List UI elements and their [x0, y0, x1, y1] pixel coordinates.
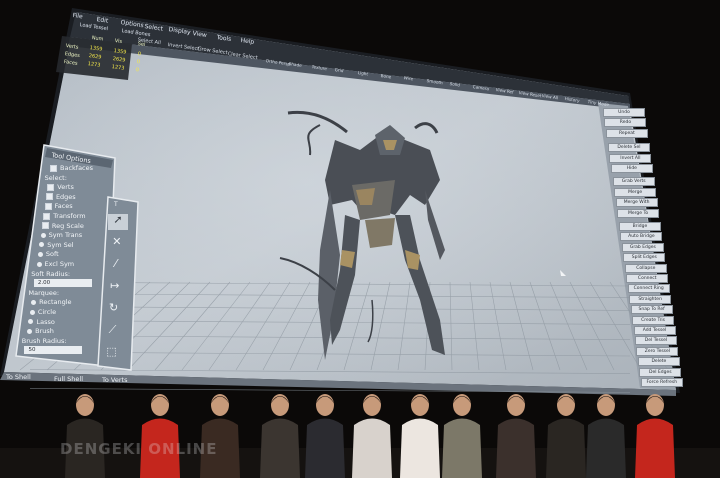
photo: File Edit Options Select Display View Tools Hel…: [0, 0, 720, 478]
audience-person: [65, 394, 105, 478]
audience-person: [260, 394, 300, 478]
audience-person: [400, 394, 440, 478]
audience-person: [586, 394, 626, 478]
audience-person: [496, 394, 536, 478]
audience-person: [140, 394, 180, 478]
audience-person: [305, 394, 345, 478]
audience: [65, 394, 675, 478]
watermark: DENGEKI ONLINE: [60, 440, 218, 458]
audience-person: [442, 394, 482, 478]
audience-person: [635, 394, 675, 478]
audience-person: [200, 394, 240, 478]
audience-person: [546, 394, 586, 478]
audience-person: [352, 394, 392, 478]
